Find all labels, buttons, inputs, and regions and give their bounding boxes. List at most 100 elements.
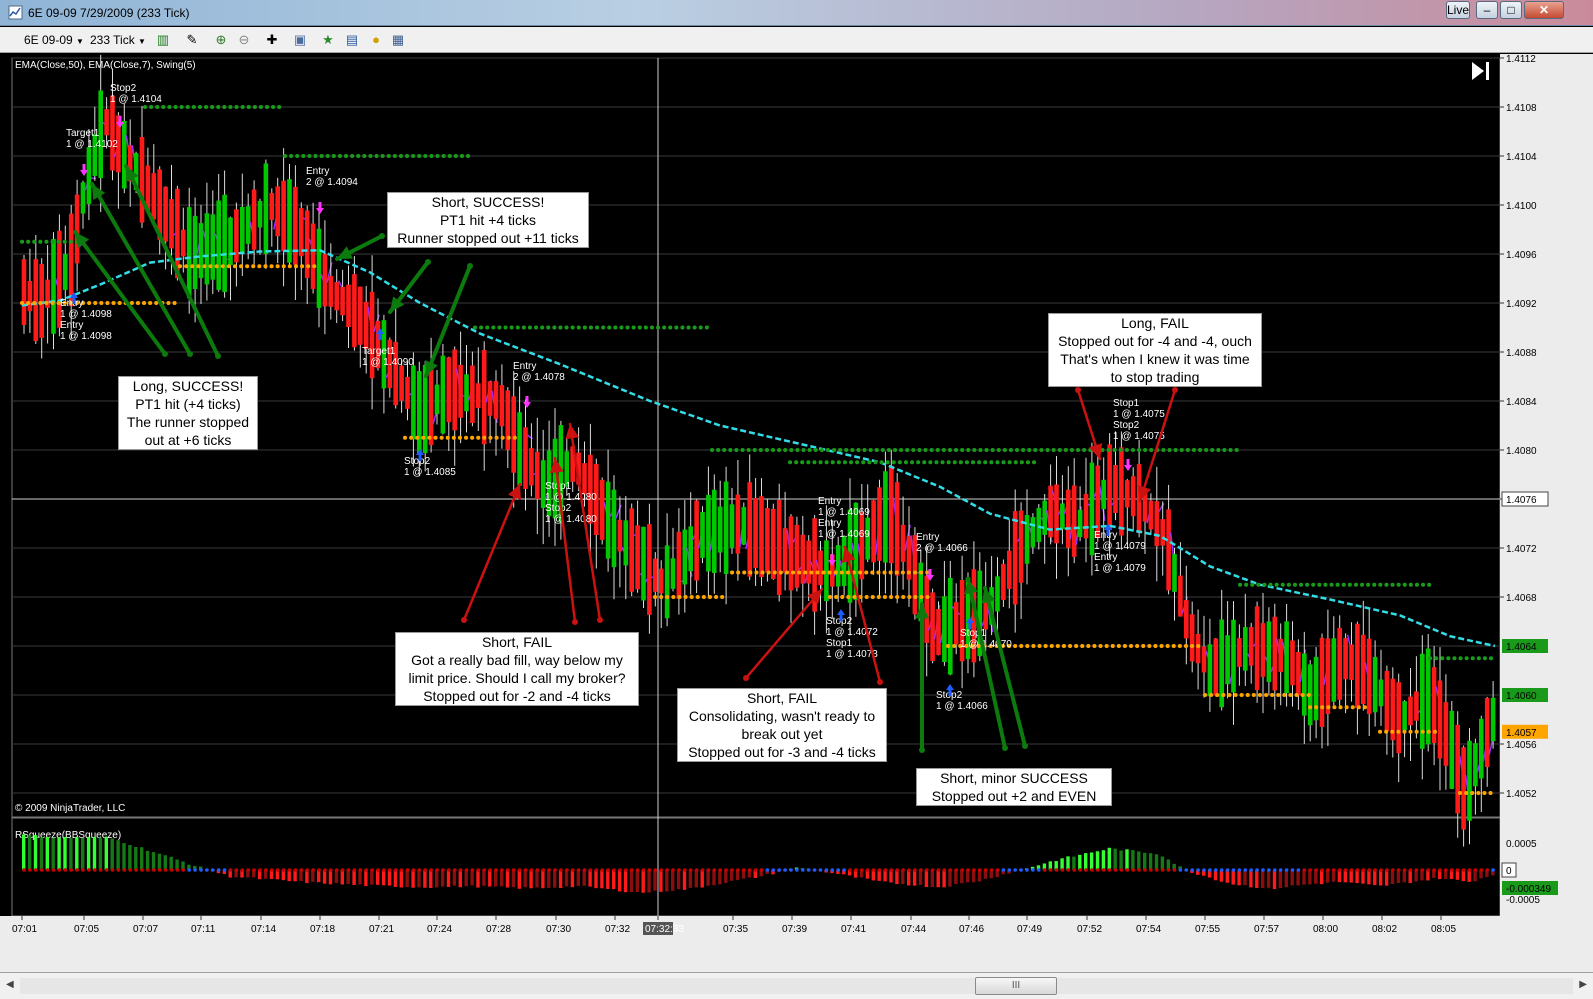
squeeze-dot <box>435 868 439 872</box>
squeeze-bar <box>942 870 946 888</box>
squeeze-dot <box>1007 868 1012 872</box>
candle-body <box>717 506 723 553</box>
squeeze-bar <box>1320 870 1324 885</box>
candle-body <box>1201 646 1207 673</box>
minimize-button[interactable]: – <box>1476 1 1498 19</box>
squeeze-dot <box>848 868 852 872</box>
candle-body <box>169 199 174 249</box>
chart-canvas[interactable]: 1.4112 1.4108 1.4104 1.4100 1.4096 1.4092 1.40… <box>0 54 1593 972</box>
squeeze-dot <box>240 868 245 872</box>
candle-body <box>1125 480 1130 508</box>
price-tick-label: 1.4060 <box>1506 691 1537 702</box>
horizontal-scrollbar[interactable]: ◀ III ▶ <box>0 972 1593 999</box>
squeeze-dot <box>1438 868 1442 872</box>
squeeze-bar <box>1343 870 1347 883</box>
time-tick-label: 07:35 <box>723 924 748 935</box>
squeeze-dot <box>1284 868 1289 872</box>
maximize-button[interactable]: □ <box>1500 1 1522 19</box>
candle-body <box>434 384 440 415</box>
squeeze-bar <box>612 870 616 890</box>
squeeze-bar <box>399 870 403 888</box>
scroll-right-icon[interactable]: ▶ <box>1579 979 1587 990</box>
candle-body <box>776 499 782 596</box>
scroll-thumb[interactable]: III <box>975 977 1057 995</box>
squeeze-dot <box>222 868 227 872</box>
candle-body <box>617 519 623 552</box>
squeeze-bar <box>1137 851 1141 870</box>
squeeze-bar <box>63 836 67 870</box>
squeeze-dot <box>458 868 463 872</box>
annotation-box: Short, SUCCESS! PT1 hit +4 ticks Runner st… <box>387 192 589 248</box>
squeeze-bar <box>617 870 622 892</box>
squeeze-dot <box>1361 868 1366 872</box>
annotation-box: Long, FAIL Stopped out for -4 and -4, ouc… <box>1048 313 1262 387</box>
crosshair-icon[interactable]: ✚ <box>264 32 280 48</box>
squeeze-bar <box>1325 870 1330 883</box>
candle-body <box>181 229 186 257</box>
drawing-tool-icon[interactable]: ✎ <box>184 32 200 48</box>
squeeze-bar <box>694 870 698 888</box>
squeeze-bar <box>322 870 327 884</box>
close-button[interactable]: ✕ <box>1524 1 1564 19</box>
candle-body <box>322 254 328 307</box>
trade-label: 1 @ 1.4079 <box>1094 541 1146 552</box>
squeeze-bar <box>635 870 639 892</box>
candle-body <box>1337 627 1342 700</box>
interval-selector[interactable]: 233 Tick ▼ <box>90 31 146 49</box>
squeeze-bar <box>1396 870 1401 883</box>
price-tick-label: 1.4112 <box>1506 54 1536 65</box>
candle-body <box>611 489 617 568</box>
snapshot-icon[interactable]: ▣ <box>292 32 308 48</box>
data-box-icon[interactable]: ▦ <box>390 32 406 48</box>
squeeze-dot <box>470 868 475 872</box>
squeeze-dot <box>246 868 250 872</box>
candle-body <box>523 427 528 489</box>
candle-body <box>824 540 829 602</box>
squeeze-dot <box>771 868 776 872</box>
candle-body <box>1467 740 1472 821</box>
squeeze-bar <box>1349 870 1353 883</box>
instrument-selector[interactable]: 6E 09-09 ▼ <box>24 31 84 49</box>
candle-body <box>741 507 747 545</box>
squeeze-bar <box>558 870 563 888</box>
squeeze-dot <box>1090 868 1094 872</box>
squeeze-dot <box>1349 868 1354 872</box>
squeeze-dot <box>889 868 894 872</box>
candle-body <box>511 396 516 473</box>
zoom-out-icon[interactable]: ⊖ <box>236 32 252 48</box>
coin-icon[interactable]: ● <box>368 32 384 48</box>
squeeze-dot <box>211 868 215 872</box>
squeeze-dot <box>34 868 38 872</box>
squeeze-dot <box>901 868 905 872</box>
price-chart[interactable]: 1.4112 1.4108 1.4104 1.4100 1.4096 1.4092 1.40… <box>0 54 1593 972</box>
squeeze-bar <box>960 870 964 884</box>
scroll-left-icon[interactable]: ◀ <box>6 979 14 990</box>
scroll-track[interactable] <box>20 978 1573 994</box>
candle-body <box>1319 637 1325 727</box>
strategy-icon[interactable]: ★ <box>320 32 336 48</box>
candle-body <box>228 217 233 266</box>
squeeze-dot <box>1273 868 1277 872</box>
live-button[interactable]: Live <box>1446 1 1470 19</box>
bar-type-icon[interactable]: ▥ <box>155 32 171 48</box>
squeeze-dot <box>417 868 422 872</box>
zoom-in-icon[interactable]: ⊕ <box>213 32 229 48</box>
candle-body <box>1007 550 1012 589</box>
indicator-icon[interactable]: ▤ <box>344 32 360 48</box>
squeeze-dot <box>1202 868 1206 872</box>
squeeze-bar <box>724 870 728 883</box>
squeeze-bar <box>446 870 451 887</box>
squeeze-bar <box>411 870 415 888</box>
squeeze-dot <box>1054 868 1059 872</box>
candle-body <box>1042 500 1047 535</box>
candle-body <box>700 512 705 558</box>
squeeze-bar <box>381 870 386 886</box>
squeeze-dot <box>742 868 746 872</box>
squeeze-dot <box>635 868 640 872</box>
candle-body <box>1083 493 1089 539</box>
candle-body <box>924 575 929 644</box>
squeeze-bar <box>116 840 120 870</box>
candle-body <box>340 286 345 316</box>
squeeze-dot <box>553 868 557 872</box>
squeeze-dot <box>1414 868 1419 872</box>
